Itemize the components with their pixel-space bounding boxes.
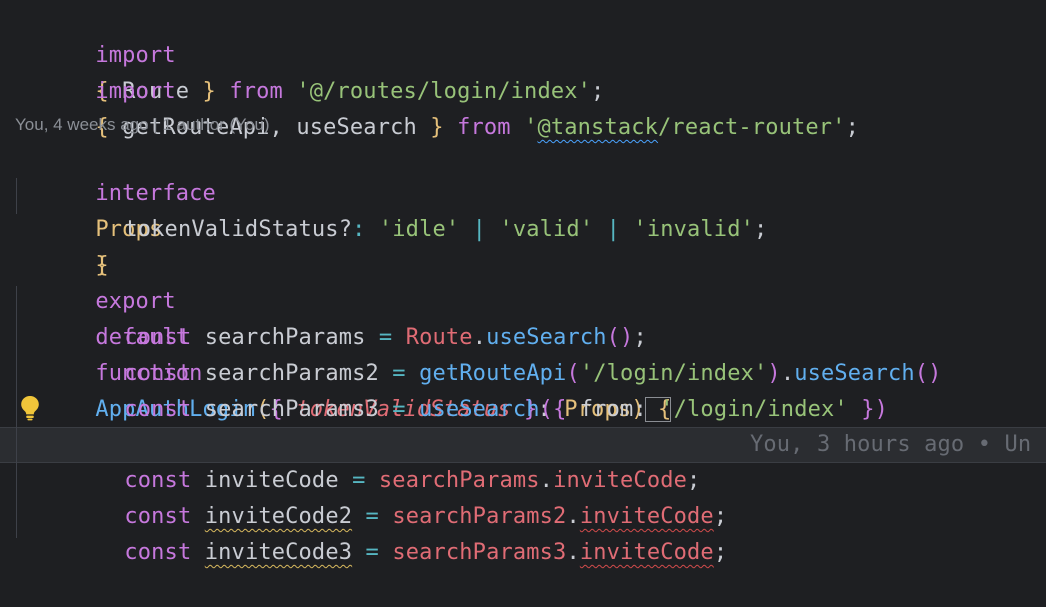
inline-git-blame[interactable]: You, 3 hours ago • Un [750,427,1031,463]
code-line-8[interactable]: const searchParams = Route.useSearch(); [0,284,1046,350]
code-editor[interactable]: import { Route } from '@/routes/login/in… [0,0,1046,565]
code-line-5[interactable]: tokenValidStatus?: 'idle' | 'valid' | 'i… [0,176,1046,242]
code-line-7[interactable]: export default function AppAuthLogin({ t… [0,248,1046,422]
code-line-13[interactable]: const inviteCode2 = searchParams2.invite… [0,463,1046,529]
code-line-1[interactable]: import { Route } from '@/routes/login/in… [0,2,1046,104]
property-error-squiggle[interactable]: inviteCode [580,540,714,565]
code-line-10[interactable]: const searchParams3 = useSearch({ from: … [0,356,1046,422]
unresolved-package-warning[interactable]: @tanstack [537,115,658,140]
code-line-2[interactable]: import { getRouteApi, useSearch } from '… [0,38,1046,140]
unused-variable-warning[interactable]: inviteCode3 [205,540,352,565]
code-line-12[interactable]: const inviteCode = searchParams.inviteCo… [0,427,1046,493]
code-line-9[interactable]: const searchParams2 = getRouteApi('/logi… [0,320,1046,386]
code-line-14[interactable]: const inviteCode3 = searchParams3.invite… [0,499,1046,565]
git-codelens[interactable]: You, 4 weeks ago | 1 author (You) [15,112,270,138]
code-line-4[interactable]: interface Props { [0,140,1046,278]
code-line-6[interactable]: } [0,212,1046,278]
lightbulb-icon[interactable] [18,394,42,421]
